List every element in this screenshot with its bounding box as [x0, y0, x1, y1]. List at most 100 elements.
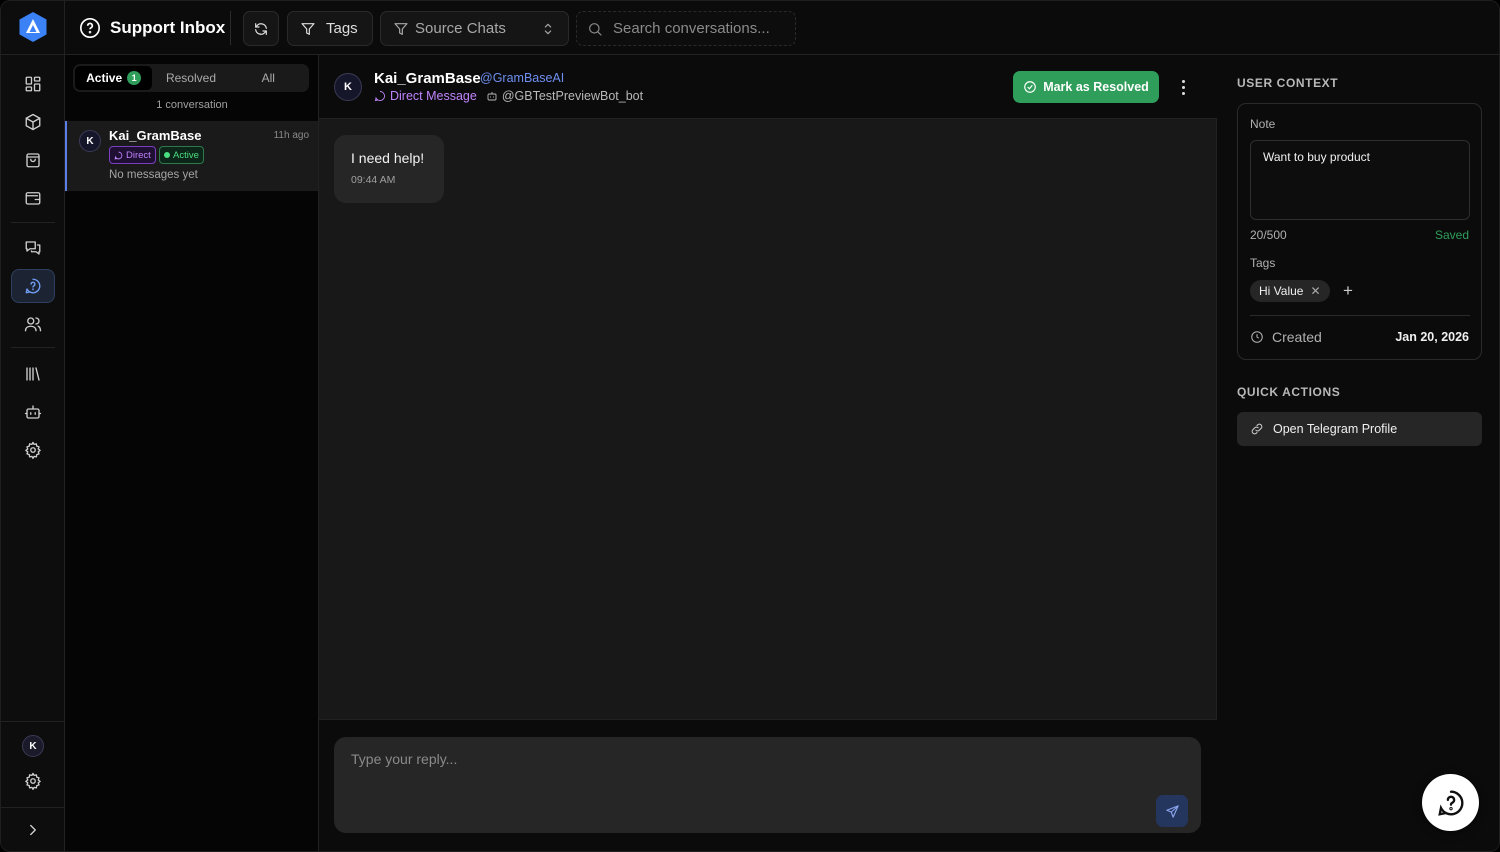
- tab-label: All: [261, 71, 275, 85]
- conversation-preview: No messages yet: [109, 169, 198, 181]
- filter-icon: [301, 22, 315, 35]
- message-text: I need help!: [351, 150, 425, 166]
- note-field[interactable]: Want to buy product: [1250, 140, 1470, 220]
- page-title-group: Support Inbox: [79, 17, 225, 39]
- user-context-card: Note Want to buy product 20/500 Saved Ta…: [1237, 103, 1482, 360]
- contact-name: Kai_GramBase: [374, 70, 481, 87]
- bot-icon[interactable]: [11, 395, 55, 429]
- mark-resolved-button[interactable]: Mark as Resolved: [1013, 71, 1159, 103]
- mark-resolved-label: Mark as Resolved: [1043, 80, 1149, 94]
- page-title: Support Inbox: [110, 18, 226, 37]
- direct-chip-label: Direct: [126, 149, 151, 161]
- expand-chevron-icon[interactable]: [11, 813, 55, 847]
- note-char-count: 20/500: [1250, 228, 1287, 242]
- card-divider: [1250, 315, 1470, 316]
- add-tag-icon[interactable]: +: [1338, 280, 1358, 302]
- settings-icon[interactable]: [11, 433, 55, 467]
- wallet-icon[interactable]: [11, 181, 55, 215]
- tags-filter-button[interactable]: Tags: [287, 11, 373, 46]
- remove-tag-icon[interactable]: ✕: [1310, 284, 1320, 298]
- tab-label: Active: [86, 71, 123, 85]
- created-label: Created: [1272, 329, 1322, 345]
- message-time: 09:44 AM: [351, 174, 396, 186]
- note-save-status: Saved: [1434, 228, 1469, 242]
- status-tabs: Active 1 Resolved All: [73, 64, 309, 92]
- refresh-button[interactable]: [243, 11, 279, 46]
- avatar: K: [79, 130, 101, 152]
- help-chat-button[interactable]: [1422, 774, 1479, 831]
- composer-area: Type your reply...: [319, 719, 1217, 851]
- user-context-panel: USER CONTEXT Note Want to buy product 20…: [1217, 55, 1499, 851]
- source-chats-select[interactable]: Source Chats: [380, 11, 569, 46]
- quick-actions-heading: QUICK ACTIONS: [1237, 385, 1341, 399]
- tag-pill: Hi Value ✕: [1250, 280, 1330, 302]
- top-bar: Support Inbox Tags Source Chats Search c…: [65, 1, 1499, 55]
- tags-label: Tags: [1250, 256, 1276, 270]
- search-icon: [589, 22, 602, 36]
- app-window: K Support Inbox Tags Source Chats Search…: [0, 0, 1500, 852]
- conversation-count: 1 conversation: [156, 99, 228, 111]
- account-settings-icon[interactable]: [11, 764, 55, 798]
- chat-meta: Direct Message @GBTestPreviewBot_bot: [374, 89, 643, 103]
- chat-type: Direct Message: [374, 89, 477, 103]
- created-row: Created: [1250, 329, 1322, 345]
- help-chat-icon: [1437, 790, 1463, 816]
- library-icon[interactable]: [11, 357, 55, 391]
- shopping-bag-icon[interactable]: [11, 143, 55, 177]
- conversation-time: 11h ago: [273, 130, 309, 141]
- contact-handle[interactable]: @GramBaseAI: [480, 71, 564, 85]
- bot-username: @GBTestPreviewBot_bot: [501, 89, 644, 103]
- package-icon[interactable]: [11, 105, 55, 139]
- clock-icon: [1251, 331, 1263, 343]
- refresh-icon: [255, 22, 267, 35]
- tab-active[interactable]: Active 1: [75, 66, 153, 90]
- app-logo[interactable]: [17, 11, 49, 43]
- message-icon: [114, 151, 123, 159]
- message-icon: [374, 91, 385, 102]
- more-options-icon[interactable]: [1173, 75, 1193, 99]
- link-icon: [1251, 423, 1263, 435]
- conversation-name: Kai_GramBase: [109, 128, 202, 143]
- search-input[interactable]: Search conversations...: [576, 11, 796, 46]
- tab-all[interactable]: All: [230, 66, 307, 90]
- rail-divider: [1, 721, 64, 722]
- rail-divider: [11, 347, 55, 348]
- title-divider: [230, 11, 231, 45]
- nav-rail: K: [1, 1, 65, 851]
- chevron-up-down-icon: [544, 23, 552, 34]
- open-telegram-profile-button[interactable]: Open Telegram Profile: [1237, 412, 1482, 446]
- bot-source: @GBTestPreviewBot_bot: [486, 89, 643, 103]
- chat-type-label: Direct Message: [390, 89, 477, 103]
- avatar: K: [334, 73, 362, 101]
- conversation-item[interactable]: K Kai_GramBase 11h ago Direct Active No …: [65, 121, 318, 191]
- reply-input[interactable]: Type your reply...: [334, 737, 1201, 833]
- chat-header: K Kai_GramBase @GramBaseAI Direct Messag…: [319, 55, 1217, 119]
- filter-icon: [394, 22, 408, 35]
- active-count-badge: 1: [127, 71, 142, 85]
- open-telegram-profile-label: Open Telegram Profile: [1273, 422, 1398, 436]
- chat-pane: K Kai_GramBase @GramBaseAI Direct Messag…: [319, 55, 1217, 851]
- user-avatar[interactable]: K: [22, 735, 44, 757]
- status-badge: Active: [159, 146, 204, 164]
- active-dot-icon: [164, 152, 170, 158]
- user-context-heading: USER CONTEXT: [1237, 76, 1339, 90]
- status-badge-label: Active: [173, 149, 199, 161]
- help-circle-icon: [80, 18, 100, 38]
- tab-resolved[interactable]: Resolved: [152, 66, 229, 90]
- tags-filter-label: Tags: [326, 20, 358, 37]
- users-icon[interactable]: [11, 307, 55, 341]
- dashboard-icon[interactable]: [11, 67, 55, 101]
- send-button[interactable]: [1156, 795, 1188, 827]
- support-inbox-icon[interactable]: [11, 269, 55, 303]
- rail-divider: [11, 222, 55, 223]
- conversation-list: Active 1 Resolved All 1 conversation K K…: [65, 55, 319, 851]
- source-chats-label: Source Chats: [415, 20, 506, 37]
- rail-divider: [1, 54, 64, 55]
- reply-placeholder: Type your reply...: [351, 751, 458, 767]
- check-circle-icon: [1024, 81, 1037, 93]
- rail-divider: [1, 807, 64, 808]
- created-date: Jan 20, 2026: [1395, 330, 1469, 344]
- direct-chip: Direct: [109, 146, 156, 164]
- note-label: Note: [1250, 117, 1276, 131]
- chats-icon[interactable]: [11, 231, 55, 265]
